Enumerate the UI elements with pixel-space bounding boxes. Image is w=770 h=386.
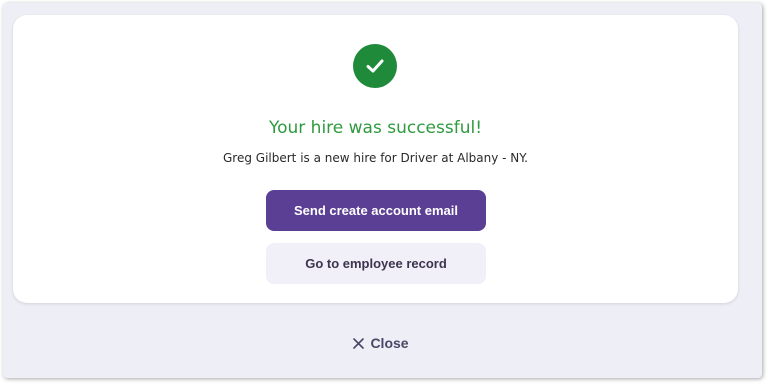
go-to-employee-record-button[interactable]: Go to employee record xyxy=(266,243,486,284)
close-button[interactable]: Close xyxy=(333,331,429,355)
success-headline: Your hire was successful! xyxy=(268,118,483,138)
modal-overlay: Your hire was successful! Greg Gilbert i… xyxy=(3,3,762,378)
send-create-account-email-button[interactable]: Send create account email xyxy=(266,190,486,231)
checkmark-icon xyxy=(366,59,384,73)
close-x-icon xyxy=(353,337,365,349)
success-card: Your hire was successful! Greg Gilbert i… xyxy=(13,15,738,303)
hire-message: Greg Gilbert is a new hire for Driver at… xyxy=(223,151,528,165)
close-label: Close xyxy=(370,335,409,351)
check-circle-icon xyxy=(353,44,397,88)
